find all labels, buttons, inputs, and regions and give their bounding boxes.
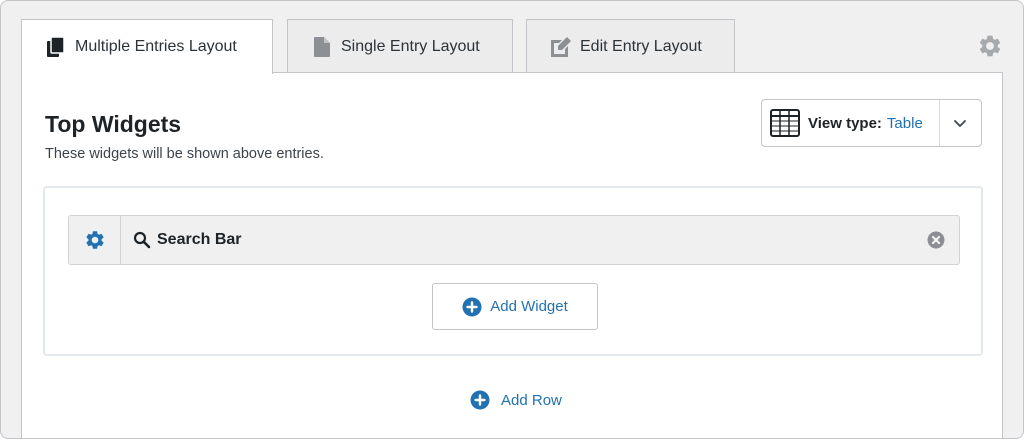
add-row-button[interactable]: Add Row [470,388,562,412]
section-title: Top Widgets [45,111,182,137]
gear-icon [85,231,104,249]
table-icon [770,109,800,137]
tab-edit-entry-layout[interactable]: Edit Entry Layout [526,19,735,73]
view-type-value: Table [886,114,923,132]
plus-circle-icon [470,390,490,410]
edit-icon [551,36,571,58]
view-type-dropdown[interactable]: View type: Table [761,99,982,147]
copy-icon [46,36,66,58]
tab-multiple-entries-layout[interactable]: Multiple Entries Layout [21,19,273,74]
add-row-label: Add Row [501,391,562,409]
view-type-label: View type: [808,114,882,132]
plus-circle-icon [462,297,482,317]
tab-label: Single Entry Layout [341,37,480,55]
document-icon [312,36,332,58]
widget-settings-button[interactable] [69,216,121,264]
gear-icon[interactable] [977,33,1003,59]
add-widget-button[interactable]: Add Widget [432,283,598,330]
widget-search-bar[interactable]: Search Bar [68,215,960,265]
chevron-down-icon[interactable] [951,114,969,132]
tab-label: Multiple Entries Layout [75,38,237,55]
view-editor: Multiple Entries Layout Single Entry Lay… [0,0,1024,439]
divider [939,100,940,146]
layout-panel: Top Widgets These widgets will be shown … [21,72,1003,438]
tab-label: Edit Entry Layout [580,37,702,55]
widget-label: Search Bar [157,231,242,248]
close-circle-icon[interactable] [927,231,945,249]
tab-single-entry-layout[interactable]: Single Entry Layout [287,19,513,73]
widget-area: Search Bar Add Widget [43,186,983,356]
add-widget-label: Add Widget [490,298,568,315]
section-subtitle: These widgets will be shown above entrie… [45,146,324,162]
search-icon [133,231,151,249]
